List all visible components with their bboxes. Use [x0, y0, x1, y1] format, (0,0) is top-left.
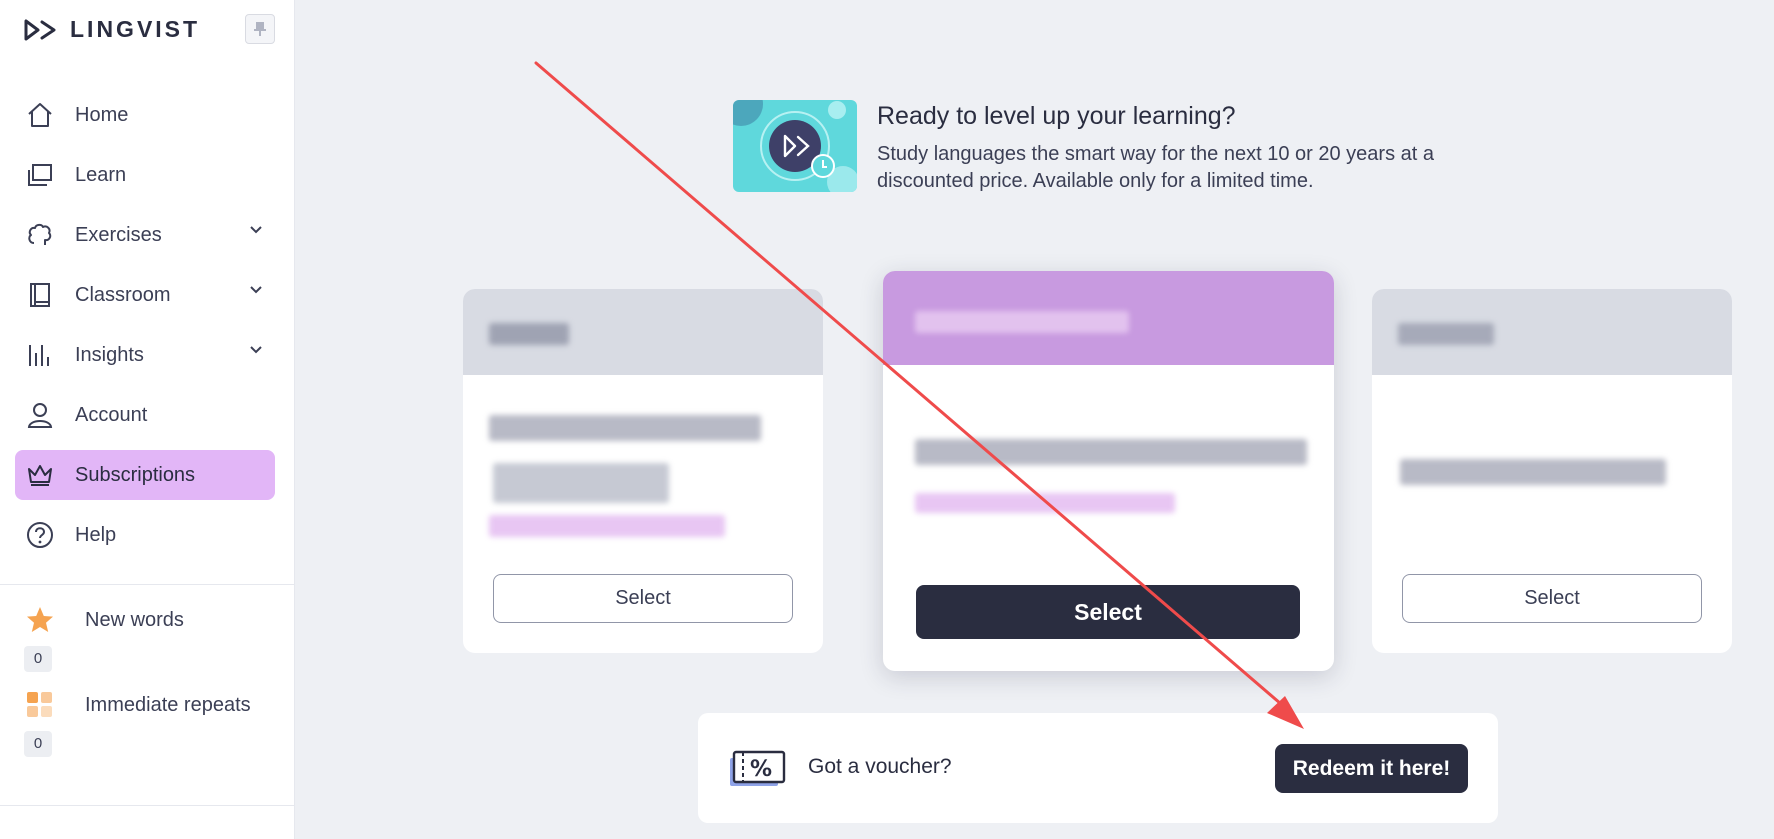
pin-icon: [254, 22, 266, 36]
brain-icon: [25, 220, 55, 250]
redacted-plan-name: [915, 311, 1129, 333]
redacted-price: [915, 439, 1307, 465]
sidebar-item-classroom[interactable]: Classroom: [15, 270, 275, 320]
plan-card-header: [463, 289, 823, 375]
sidebar-item-account[interactable]: Account: [15, 390, 275, 440]
learn-icon: [25, 160, 55, 190]
promo-illustration: [733, 100, 857, 192]
sidebar-divider: [0, 584, 295, 585]
crown-icon: [25, 460, 55, 490]
grid-icon: [24, 689, 56, 721]
sidebar-item-learn[interactable]: Learn: [15, 150, 275, 200]
redacted-discount-tag: [493, 463, 669, 503]
sidebar-item-exercises[interactable]: Exercises: [15, 210, 275, 260]
sidebar-nav: Home Learn Exercises Classroom Insights …: [15, 90, 275, 570]
new-words-count: 0: [24, 646, 52, 672]
redacted-savings: [489, 515, 725, 537]
sidebar-item-label: Account: [75, 403, 148, 426]
plan-card: Select: [463, 289, 823, 653]
promo-description: Study languages the smart way for the ne…: [877, 143, 1434, 192]
select-plan-button[interactable]: Select: [916, 585, 1300, 639]
pin-sidebar-button[interactable]: [245, 14, 275, 44]
redacted-price: [489, 415, 761, 441]
lingvist-logo-icon: [24, 19, 56, 40]
redacted-plan-name: [489, 323, 569, 345]
plan-card-header: [883, 271, 1334, 365]
promo-clock-icon: [733, 100, 857, 192]
sidebar-item-label: Classroom: [75, 283, 171, 306]
stat-label: New words: [85, 608, 184, 631]
voucher-icon: %: [730, 750, 786, 786]
chevron-down-icon: [250, 286, 262, 294]
sidebar-divider: [0, 805, 295, 806]
immediate-repeats-count: 0: [24, 731, 52, 757]
plan-card: Select: [1372, 289, 1732, 653]
book-icon: [25, 280, 55, 310]
home-icon: [25, 100, 55, 130]
promo-banner: Ready to level up your learning? Study l…: [733, 100, 1457, 195]
sidebar-item-home[interactable]: Home: [15, 90, 275, 140]
promo-title: Ready to level up your learning?: [877, 102, 1236, 130]
star-icon: [24, 604, 56, 636]
stat-new-words: New words 0: [24, 604, 184, 672]
voucher-question: Got a voucher?: [808, 755, 952, 778]
svg-text:%: %: [750, 757, 772, 782]
select-plan-button[interactable]: Select: [1402, 574, 1702, 623]
user-icon: [25, 400, 55, 430]
plan-card-header: [1372, 289, 1732, 375]
chevron-down-icon: [250, 226, 262, 234]
help-icon: [25, 520, 55, 550]
sidebar-item-help[interactable]: Help: [15, 510, 275, 560]
sidebar-item-label: Learn: [75, 163, 127, 186]
sidebar-item-insights[interactable]: Insights: [15, 330, 275, 380]
bar-chart-icon: [25, 340, 55, 370]
sidebar: LINGVIST Home Learn Exercises Classroom …: [0, 0, 295, 839]
select-plan-button[interactable]: Select: [493, 574, 793, 623]
plan-card-featured: Select: [883, 271, 1334, 671]
logo[interactable]: LINGVIST: [24, 16, 200, 43]
redacted-price: [1400, 459, 1666, 485]
chevron-down-icon: [250, 346, 262, 354]
stat-immediate-repeats: Immediate repeats 0: [24, 689, 251, 757]
voucher-panel: % Got a voucher? Redeem it here!: [698, 713, 1498, 823]
redeem-voucher-button[interactable]: Redeem it here!: [1275, 744, 1468, 793]
sidebar-item-label: Subscriptions: [75, 463, 196, 486]
sidebar-item-label: Help: [75, 523, 117, 546]
sidebar-item-label: Insights: [75, 343, 144, 366]
sidebar-item-label: Home: [75, 103, 129, 126]
sidebar-item-subscriptions[interactable]: Subscriptions: [15, 450, 275, 500]
redacted-plan-name: [1398, 323, 1494, 345]
logo-text: LINGVIST: [70, 16, 201, 42]
stat-label: Immediate repeats: [85, 693, 251, 716]
sidebar-item-label: Exercises: [75, 223, 162, 246]
redacted-savings: [915, 493, 1175, 513]
